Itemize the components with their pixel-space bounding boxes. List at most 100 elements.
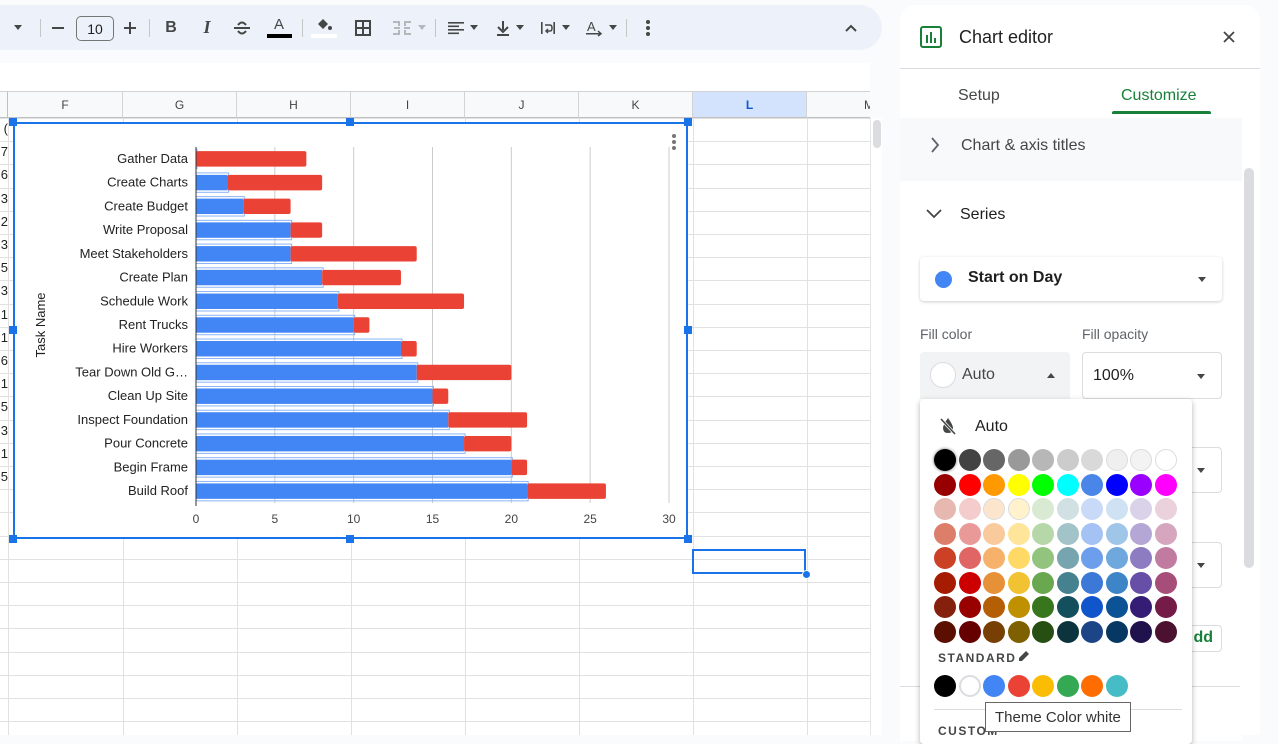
increase-font-size-button[interactable] [120, 5, 140, 50]
column-header-f[interactable]: F [8, 91, 123, 118]
gantt-chart[interactable]: 0 5 10 15 20 25 30 Gather Data Create Charts Crea… [13, 122, 688, 539]
color-swatch[interactable] [983, 596, 1005, 618]
vertical-align-button[interactable] [492, 5, 528, 50]
standard-color-swatch[interactable] [934, 675, 956, 697]
cell-value-fragment[interactable]: 3 [0, 237, 8, 252]
color-swatch[interactable] [1081, 547, 1103, 569]
color-swatch[interactable] [1130, 571, 1152, 594]
color-swatch[interactable] [1056, 498, 1079, 520]
fill-color-select[interactable]: Auto [920, 352, 1070, 399]
color-swatch[interactable] [934, 571, 956, 594]
color-swatch[interactable] [1056, 449, 1079, 471]
collapse-toolbar-button[interactable] [840, 5, 862, 50]
resize-handle-top-right[interactable] [684, 118, 692, 126]
color-swatch[interactable] [1130, 522, 1152, 545]
color-swatch[interactable] [1056, 571, 1079, 594]
cell-value-fragment[interactable]: 3 [0, 423, 8, 438]
color-swatch[interactable] [1032, 620, 1054, 643]
color-swatch[interactable] [1056, 596, 1079, 618]
decrease-font-size-button[interactable] [48, 5, 68, 50]
color-swatch[interactable] [934, 522, 956, 545]
color-swatch[interactable] [958, 547, 981, 569]
color-swatch[interactable] [1081, 522, 1103, 545]
color-swatch[interactable] [1105, 522, 1128, 545]
cell-value-fragment[interactable]: 7 [0, 144, 8, 159]
color-swatch[interactable] [1105, 547, 1128, 569]
column-header-j[interactable]: J [465, 91, 579, 118]
color-swatch[interactable] [934, 547, 956, 569]
color-swatch[interactable] [934, 473, 956, 496]
standard-color-swatch[interactable] [958, 675, 981, 697]
color-swatch[interactable] [1056, 473, 1079, 496]
color-swatch[interactable] [1032, 596, 1054, 618]
color-swatch[interactable] [1007, 620, 1030, 643]
color-swatch[interactable] [1007, 473, 1030, 496]
color-swatch[interactable] [1154, 473, 1177, 496]
color-swatch[interactable] [983, 547, 1005, 569]
color-swatch[interactable] [1154, 547, 1177, 569]
color-swatch[interactable] [1130, 449, 1152, 471]
cell-value-fragment[interactable]: 1 [0, 446, 8, 461]
color-swatch[interactable] [1154, 522, 1177, 545]
color-swatch[interactable] [1105, 498, 1128, 520]
column-header-l[interactable]: L [693, 91, 807, 118]
color-swatch[interactable] [958, 571, 981, 594]
column-header-g[interactable]: G [123, 91, 237, 118]
color-swatch[interactable] [958, 620, 981, 643]
color-swatch[interactable] [1105, 449, 1128, 471]
color-swatch[interactable] [1032, 522, 1054, 545]
series-select[interactable]: Start on Day [920, 257, 1222, 301]
color-swatch[interactable] [1154, 620, 1177, 643]
color-swatch[interactable] [1032, 547, 1054, 569]
column-header-i[interactable]: I [351, 91, 465, 118]
standard-color-swatch[interactable] [1105, 675, 1128, 697]
color-swatch[interactable] [1105, 620, 1128, 643]
color-swatch[interactable] [934, 449, 956, 471]
column-header-m[interactable]: M [807, 91, 870, 118]
color-swatch[interactable] [1154, 498, 1177, 520]
cell-value-fragment[interactable]: 5 [0, 260, 8, 275]
color-swatch[interactable] [1032, 449, 1054, 471]
resize-handle-top-left[interactable] [9, 118, 17, 126]
color-swatch[interactable] [1081, 473, 1103, 496]
text-wrapping-button[interactable] [537, 5, 573, 50]
edit-pencil-icon[interactable] [1017, 649, 1031, 663]
tab-customize[interactable]: Customize [1121, 87, 1197, 105]
cell-value-fragment[interactable]: 3 [0, 283, 8, 298]
standard-color-swatch[interactable] [1032, 675, 1054, 697]
color-swatch[interactable] [958, 522, 981, 545]
fill-color-button[interactable] [311, 5, 337, 50]
scrollbar-thumb[interactable] [873, 120, 881, 148]
color-swatch[interactable] [934, 620, 956, 643]
resize-handle-bottom-left[interactable] [9, 535, 17, 543]
color-swatch[interactable] [1130, 498, 1152, 520]
resize-handle-left[interactable] [9, 326, 17, 334]
cell-value-fragment[interactable]: 2 [0, 214, 8, 229]
color-swatch[interactable] [1007, 498, 1030, 520]
color-swatch[interactable] [1154, 449, 1177, 471]
color-swatch[interactable] [1007, 596, 1030, 618]
color-swatch[interactable] [983, 498, 1005, 520]
cell-value-fragment[interactable]: 1 [0, 307, 8, 322]
color-swatch[interactable] [983, 571, 1005, 594]
fill-opacity-select[interactable]: 100% [1082, 352, 1222, 399]
chevron-down-icon[interactable] [926, 209, 942, 219]
color-swatch[interactable] [1081, 571, 1103, 594]
section-chart-axis-titles[interactable]: Chart & axis titles [900, 118, 1242, 181]
color-swatch[interactable] [1081, 449, 1103, 471]
font-size-input[interactable]: 10 [76, 16, 114, 41]
color-swatch[interactable] [1032, 571, 1054, 594]
color-swatch[interactable] [1081, 498, 1103, 520]
standard-color-swatch[interactable] [983, 675, 1005, 697]
color-swatch[interactable] [983, 473, 1005, 496]
color-swatch[interactable] [1056, 620, 1079, 643]
color-swatch[interactable] [1007, 522, 1030, 545]
color-swatch[interactable] [1081, 620, 1103, 643]
color-swatch[interactable] [1007, 547, 1030, 569]
color-swatch[interactable] [1105, 473, 1128, 496]
resize-handle-right[interactable] [684, 326, 692, 334]
color-swatch[interactable] [1130, 620, 1152, 643]
color-swatch[interactable] [1130, 596, 1152, 618]
color-swatch[interactable] [1032, 473, 1054, 496]
text-color-button[interactable]: A [266, 5, 292, 50]
